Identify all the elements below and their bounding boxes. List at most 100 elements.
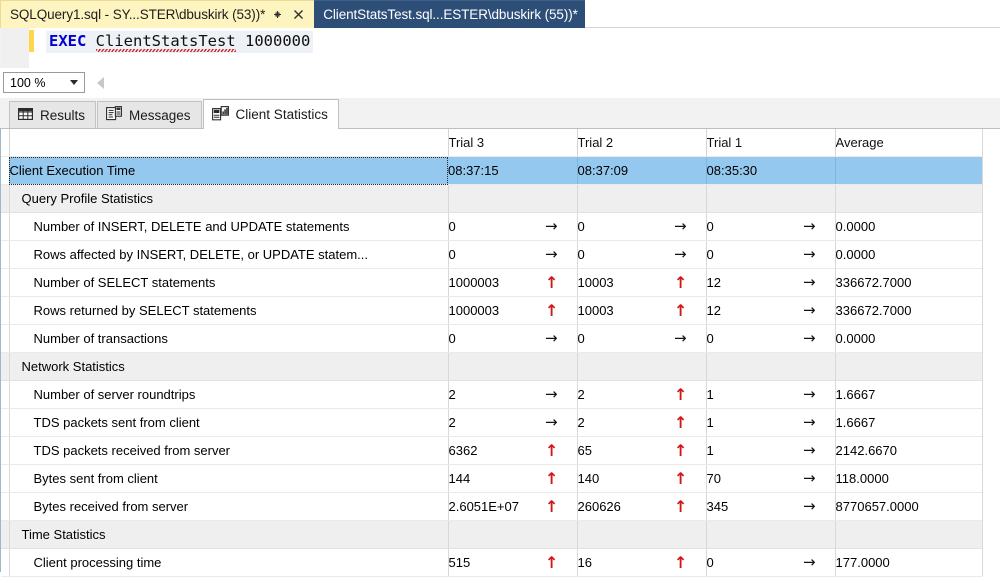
arrow-up-icon: ↑: [674, 412, 688, 432]
cell-trial-3-trend-icon: ↑: [545, 492, 578, 521]
cell-trial-3-trend-icon: ↑: [545, 464, 578, 493]
row-label: Number of SELECT statements: [9, 268, 449, 297]
arrow-up-icon: ↑: [674, 300, 688, 320]
cell-average-value: 336672.7000: [835, 268, 983, 297]
cell-average-value: 8770657.0000: [835, 492, 983, 521]
table-row-selected[interactable]: Client Execution Time 08:37:15 08:37:09 08:…: [1, 156, 983, 185]
cell-trial-1-value: 12: [706, 296, 804, 325]
cell-trial-1-value: [706, 352, 804, 381]
cell-trial-3-value: 08:37:15: [448, 156, 545, 185]
row-gutter: [1, 352, 10, 381]
cell-average-value: [835, 352, 983, 381]
table-row[interactable]: Number of INSERT, DELETE and UPDATE stat…: [1, 212, 983, 241]
cell-trial-1-trend-icon: →: [803, 268, 836, 297]
cell-trial-2-trend-icon: [674, 352, 707, 381]
arrow-flat-icon: →: [803, 301, 816, 319]
arrow-up-icon: ↑: [545, 552, 559, 572]
cell-trial-2-value: 10003: [577, 296, 675, 325]
table-row[interactable]: Rows affected by INSERT, DELETE, or UPDA…: [1, 240, 983, 269]
cell-average-value: 0.0000: [835, 324, 983, 353]
table-row[interactable]: Bytes sent from client 144 ↑ 140 ↑ 70 → 118.000…: [1, 464, 983, 493]
cell-trial-2-value: 2: [577, 380, 675, 409]
cell-trial-1-trend-icon: →: [803, 464, 836, 493]
cell-trial-2-trend-icon: [674, 156, 707, 185]
arrow-flat-icon: →: [803, 329, 816, 347]
cell-average-value: 118.0000: [835, 464, 983, 493]
tab-results[interactable]: Results: [9, 101, 97, 128]
table-section-row[interactable]: Query Profile Statistics: [1, 184, 983, 213]
row-label: Number of INSERT, DELETE and UPDATE stat…: [9, 212, 449, 241]
cell-trial-1-trend-icon: →: [803, 548, 836, 577]
document-tab-clientstatstest[interactable]: ClientStatsTest.sql...ESTER\dbuskirk (55…: [314, 0, 585, 28]
column-header-trial-2[interactable]: Trial 2: [577, 129, 707, 157]
client-statistics-grid[interactable]: Trial 3 Trial 2 Trial 1 Average Client E…: [0, 129, 1000, 577]
column-header-trial-1[interactable]: Trial 1: [706, 129, 836, 157]
cell-trial-2-trend-icon: ↑: [674, 436, 707, 465]
table-row[interactable]: Number of SELECT statements 1000003 ↑ 10003…: [1, 268, 983, 297]
arrow-up-icon: ↑: [545, 496, 559, 516]
scroll-left-icon[interactable]: [97, 76, 104, 89]
arrow-flat-icon: →: [545, 217, 558, 235]
code-line-1: EXEC ClientStatsTest 1000000: [46, 31, 314, 53]
cell-trial-2-trend-icon: ↑: [674, 296, 707, 325]
cell-trial-1-trend-icon: [803, 184, 836, 213]
cell-trial-3-value: 1000003: [448, 268, 545, 297]
tab-client-statistics[interactable]: Client Statistics: [202, 99, 339, 129]
table-row[interactable]: Client processing time 515 ↑ 16 ↑ 0 → 177.0000: [1, 548, 983, 577]
chevron-down-icon[interactable]: [70, 80, 78, 85]
pin-icon[interactable]: [269, 5, 286, 25]
cell-average-value: 177.0000: [835, 548, 983, 577]
table-row[interactable]: Number of transactions 0 → 0 → 0 → 0.0000: [1, 324, 983, 353]
document-tab-sqlquery1[interactable]: SQLQuery1.sql - SY...STER\dbuskirk (53))…: [0, 0, 315, 28]
cell-trial-2-value: [577, 352, 675, 381]
editor-code-area[interactable]: EXEC ClientStatsTest 1000000: [34, 28, 1000, 68]
cell-trial-3-value: [448, 352, 545, 381]
column-header-trial-3[interactable]: Trial 3: [448, 129, 578, 157]
arrow-flat-icon: →: [545, 245, 558, 263]
arrow-up-icon: ↑: [674, 468, 688, 488]
cell-trial-3-value: 2.6051E+07: [448, 492, 545, 521]
table-row[interactable]: TDS packets sent from client 2 → 2 ↑ 1 → 1.6667: [1, 408, 983, 437]
grid-icon: [18, 107, 34, 124]
cell-average-value: 0.0000: [835, 212, 983, 241]
cell-trial-2-value: 2: [577, 408, 675, 437]
cell-trial-3-trend-icon: [545, 184, 578, 213]
cell-trial-3-trend-icon: →: [545, 240, 578, 269]
zoom-level-combobox[interactable]: 100 %: [3, 72, 85, 93]
cell-trial-3-trend-icon: ↑: [545, 548, 578, 577]
cell-trial-1-trend-icon: [803, 520, 836, 549]
column-header-statistic[interactable]: [9, 129, 449, 157]
row-gutter: [1, 464, 10, 493]
cell-trial-3-trend-icon: →: [545, 380, 578, 409]
arrow-flat-icon: →: [803, 497, 816, 515]
table-section-row[interactable]: Time Statistics: [1, 520, 983, 549]
grid-right-padding: [982, 129, 1000, 572]
cell-trial-3-trend-icon: [545, 352, 578, 381]
arrow-up-icon: ↑: [545, 300, 559, 320]
table-section-row[interactable]: Network Statistics: [1, 352, 983, 381]
cell-trial-2-value: [577, 520, 675, 549]
row-gutter: [1, 296, 10, 325]
row-gutter: [1, 380, 10, 409]
table-row[interactable]: Number of server roundtrips 2 → 2 ↑ 1 → 1.6667: [1, 380, 983, 409]
document-tab-strip: SQLQuery1.sql - SY...STER\dbuskirk (53))…: [0, 0, 1000, 28]
table-row[interactable]: Rows returned by SELECT statements 100000…: [1, 296, 983, 325]
editor-zoom-toolbar: 100 %: [0, 68, 1000, 98]
cell-trial-2-value: 0: [577, 324, 675, 353]
tab-messages[interactable]: Messages: [97, 101, 202, 128]
cell-trial-2-value: 0: [577, 240, 675, 269]
sql-editor[interactable]: EXEC ClientStatsTest 1000000: [0, 28, 1000, 68]
cell-trial-3-trend-icon: ↑: [545, 268, 578, 297]
cell-trial-1-value: 12: [706, 268, 804, 297]
cell-trial-1-trend-icon: [803, 156, 836, 185]
cell-trial-2-trend-icon: →: [674, 212, 707, 241]
table-row[interactable]: Bytes received from server 2.6051E+07 ↑ 260…: [1, 492, 983, 521]
table-row[interactable]: TDS packets received from server 6362 ↑ 65 ↑…: [1, 436, 983, 465]
close-icon[interactable]: [290, 5, 307, 25]
cell-trial-1-trend-icon: →: [803, 296, 836, 325]
tab-strip-filler: [584, 0, 1000, 28]
cell-trial-2-trend-icon: ↑: [674, 464, 707, 493]
arrow-flat-icon: →: [674, 329, 687, 347]
arrow-flat-icon: →: [674, 217, 687, 235]
column-header-average[interactable]: Average: [835, 129, 983, 157]
